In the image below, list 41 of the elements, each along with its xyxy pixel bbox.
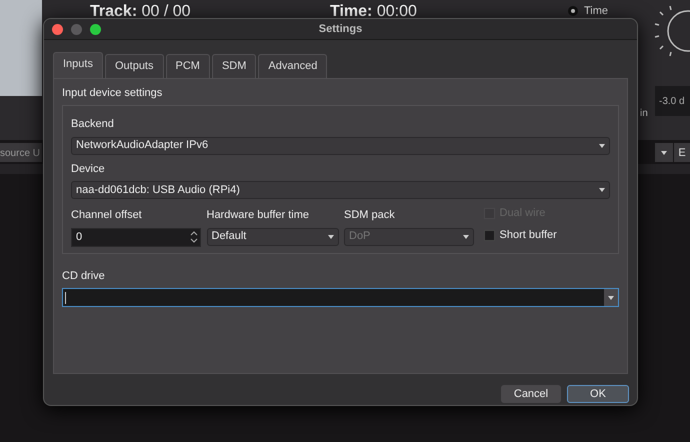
dialog-button[interactable]: Cancel [501, 384, 561, 402]
tab[interactable]: Advanced [258, 54, 328, 78]
tab[interactable]: PCM [166, 54, 210, 78]
side-label: in [640, 107, 648, 121]
stepper-icon[interactable] [190, 230, 198, 244]
tab[interactable]: Inputs [53, 52, 103, 78]
close-button[interactable] [52, 24, 63, 35]
combo-field[interactable] [62, 288, 619, 307]
text-cursor [65, 292, 69, 304]
checkbox-row[interactable]: Short buffer [484, 227, 557, 244]
caret-icon [661, 150, 667, 154]
caret-icon [463, 234, 469, 238]
caret-icon [328, 234, 334, 238]
zoom-button[interactable] [90, 24, 101, 35]
spin-field[interactable]: 0 [71, 228, 201, 246]
field-label: Channel offset [71, 208, 143, 223]
checkbox-label: Short buffer [500, 228, 557, 243]
tab[interactable]: SDM [212, 54, 256, 78]
dialog-button[interactable]: OK [567, 384, 629, 402]
source-field[interactable]: source U [0, 143, 42, 162]
tab[interactable]: Outputs [104, 54, 164, 78]
window-title: Settings [318, 22, 362, 37]
field-label: Hardware buffer time [206, 208, 310, 223]
field-label: Backend [71, 117, 115, 132]
field-label: SDM pack [344, 208, 396, 223]
group-title: Input device settings [62, 86, 164, 100]
track-counter: Track: 00 / 00 [90, 2, 191, 22]
caret-icon [608, 296, 614, 300]
dropdown-button[interactable] [655, 143, 673, 162]
field-label: CD drive [62, 268, 106, 284]
dropdown[interactable]: NetworkAudioAdapter IPv6 [71, 136, 610, 154]
dropdown[interactable]: Default [206, 228, 338, 246]
side-button[interactable]: E [674, 143, 690, 162]
dropdown[interactable]: naa-dd061dcb: USB Audio (RPi4) [71, 181, 610, 199]
time-counter: Time: 00:00 [330, 2, 417, 22]
caret-icon [599, 144, 605, 148]
level-display: -3.0 d [655, 86, 690, 116]
radio-label: Time [584, 4, 608, 19]
caret-icon [599, 188, 605, 192]
field-label: Device [71, 162, 106, 176]
checkbox[interactable] [484, 230, 494, 241]
